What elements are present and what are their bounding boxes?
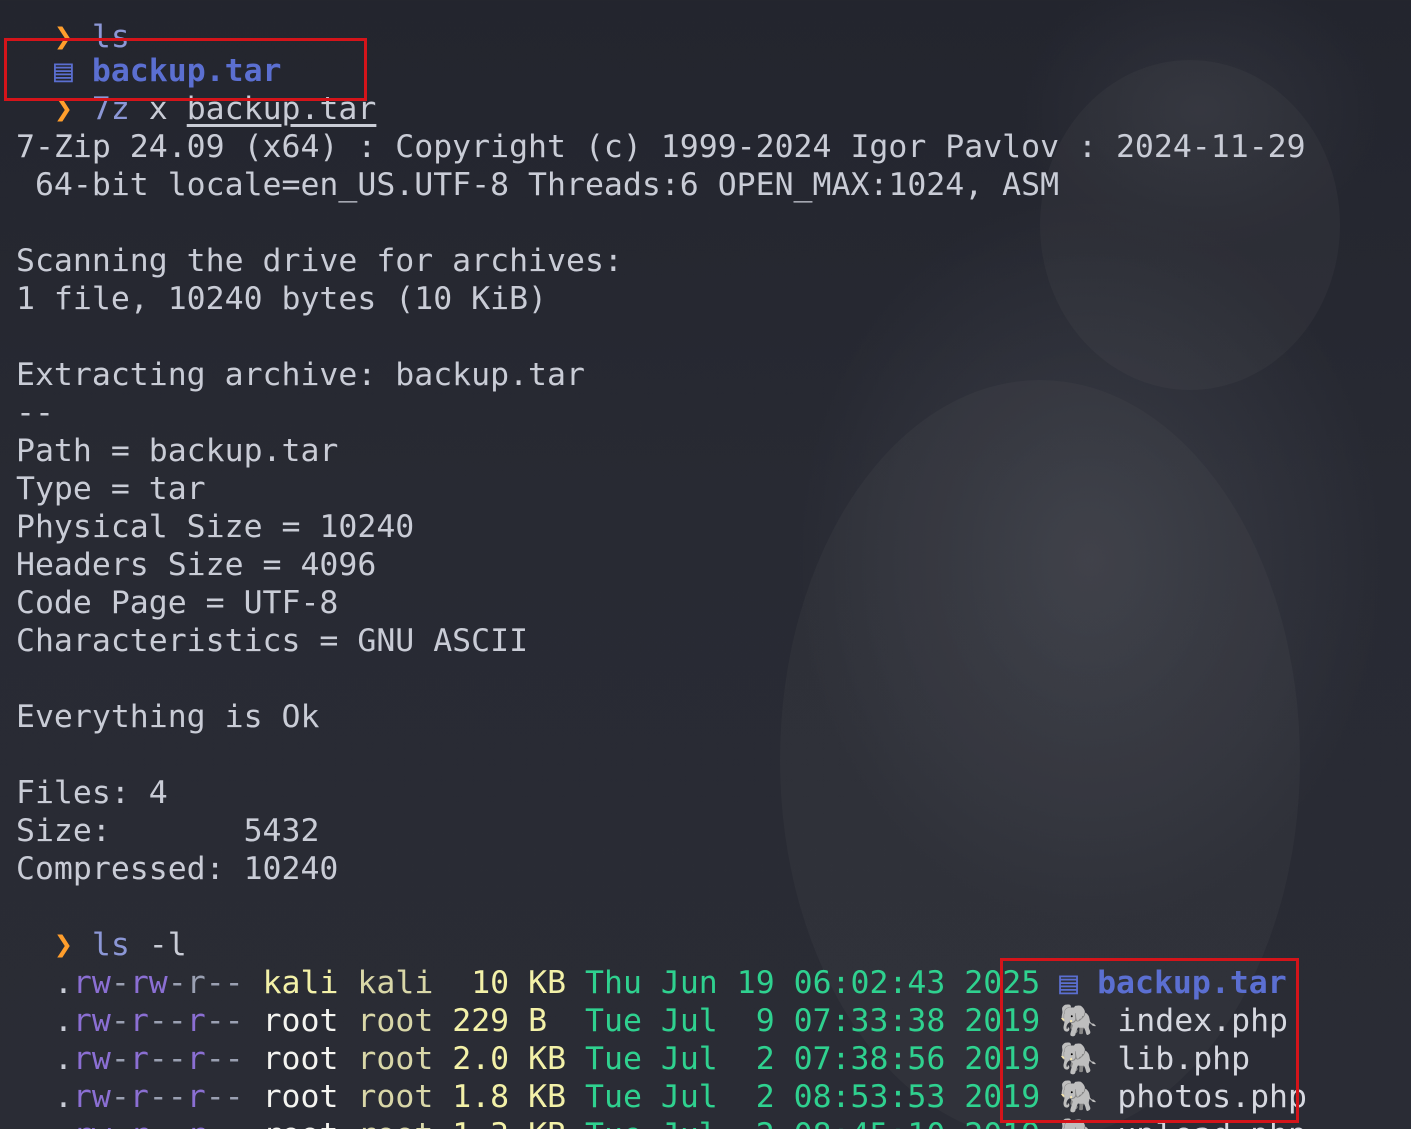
output-header-1: 7-Zip 24.09 (x64) : Copyright (c) 1999-2… [16, 129, 1306, 165]
file-date: Tue Jul 2 08:45:10 2019 [585, 1117, 1040, 1129]
file-size: 1.3 KB [452, 1117, 566, 1129]
output-size: Size: 5432 [16, 813, 320, 849]
perm-sep: -- [149, 1117, 187, 1129]
output-header-2: 64-bit locale=en_US.UTF-8 Threads:6 OPEN… [16, 167, 1060, 203]
perm-other: r [187, 1117, 206, 1129]
perm-sep: - [111, 1117, 130, 1129]
output-scan-1: Scanning the drive for archives: [16, 243, 623, 279]
perm-user: rw [73, 1117, 111, 1129]
output-headers-size: Headers Size = 4096 [16, 547, 377, 583]
output-code-page: Code Page = UTF-8 [16, 585, 339, 621]
output-physical-size: Physical Size = 10240 [16, 509, 415, 545]
owner-user: root [263, 1117, 339, 1129]
perm-sep: -- [206, 1117, 244, 1129]
wallpaper-figure-head [1040, 60, 1340, 390]
highlight-box-command [4, 38, 367, 101]
output-type: Type = tar [16, 471, 206, 507]
output-everything-ok: Everything is Ok [16, 699, 320, 735]
output-separator: -- [16, 395, 54, 431]
owner-group: root [357, 1117, 433, 1129]
highlight-box-php-files [1000, 958, 1299, 1123]
output-files-count: Files: 4 [16, 775, 168, 811]
perm-dot: . [54, 1117, 73, 1129]
output-compressed: Compressed: 10240 [16, 851, 339, 887]
output-path: Path = backup.tar [16, 433, 339, 469]
output-characteristics: Characteristics = GNU ASCII [16, 623, 529, 659]
output-scan-2: 1 file, 10240 bytes (10 KiB) [16, 281, 548, 317]
command-line-ls[interactable]: ❯ ls -l [16, 888, 187, 963]
output-extracting: Extracting archive: backup.tar [16, 357, 585, 393]
perm-group: r [130, 1117, 149, 1129]
